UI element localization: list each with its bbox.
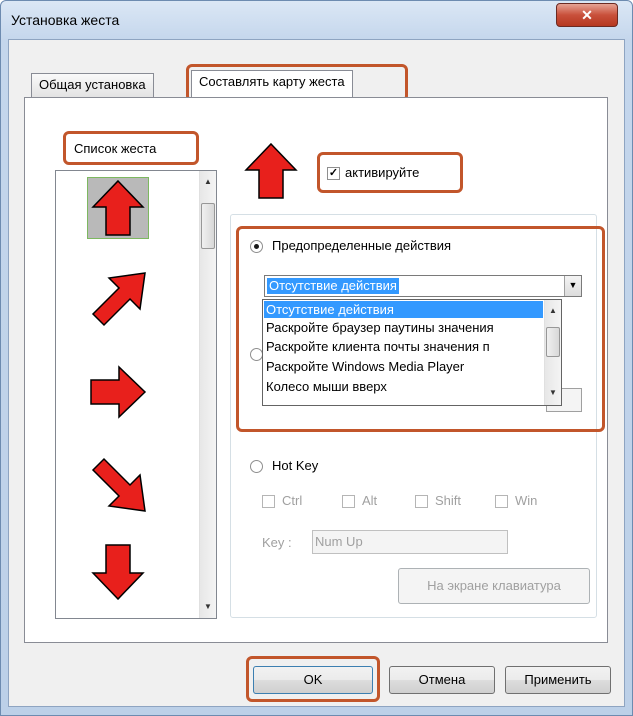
highlight-ok-button xyxy=(246,656,380,702)
alt-checkbox[interactable] xyxy=(342,495,355,508)
scroll-down-icon[interactable]: ▼ xyxy=(200,598,216,615)
onscreen-keyboard-button[interactable]: На экране клавиатура xyxy=(398,568,590,604)
title-bar[interactable]: Установка жеста ✕ xyxy=(1,1,632,35)
scroll-thumb[interactable] xyxy=(201,203,215,249)
close-icon: ✕ xyxy=(581,7,593,23)
arrow-right-icon[interactable] xyxy=(87,361,149,423)
key-label: Key : xyxy=(262,535,292,550)
highlight-gesture-list-label xyxy=(63,131,199,165)
scroll-up-icon[interactable]: ▲ xyxy=(200,173,216,190)
arrow-down-right-icon[interactable] xyxy=(87,453,149,515)
shift-checkbox[interactable] xyxy=(415,495,428,508)
arrow-up-right-icon[interactable] xyxy=(87,269,149,331)
cancel-button[interactable]: Отмена xyxy=(389,666,495,694)
close-button[interactable]: ✕ xyxy=(556,3,618,27)
shift-label: Shift xyxy=(435,493,462,508)
arrow-up-icon xyxy=(244,142,298,199)
alt-label: Alt xyxy=(362,493,378,508)
ctrl-label: Ctrl xyxy=(282,493,303,508)
highlight-predefined-actions xyxy=(236,226,605,432)
tab-label: Общая установка xyxy=(39,77,146,92)
tab-general-settings[interactable]: Общая установка xyxy=(31,73,154,97)
arrow-up-icon[interactable] xyxy=(87,177,149,239)
apply-button[interactable]: Применить xyxy=(505,666,611,694)
gesture-list[interactable]: ▲ ▼ xyxy=(55,170,217,619)
win-checkbox[interactable] xyxy=(495,495,508,508)
gesture-preview xyxy=(234,134,308,208)
arrow-down-icon[interactable] xyxy=(87,541,149,603)
ctrl-checkbox[interactable] xyxy=(262,495,275,508)
gesture-list-scrollbar[interactable]: ▲ ▼ xyxy=(199,171,216,618)
highlight-activate xyxy=(317,152,463,193)
key-input[interactable]: Num Up xyxy=(312,530,508,554)
window-title: Установка жеста xyxy=(11,12,120,28)
hotkey-radio[interactable] xyxy=(250,460,263,473)
win-label: Win xyxy=(515,493,538,508)
hotkey-label: Hot Key xyxy=(272,458,319,473)
